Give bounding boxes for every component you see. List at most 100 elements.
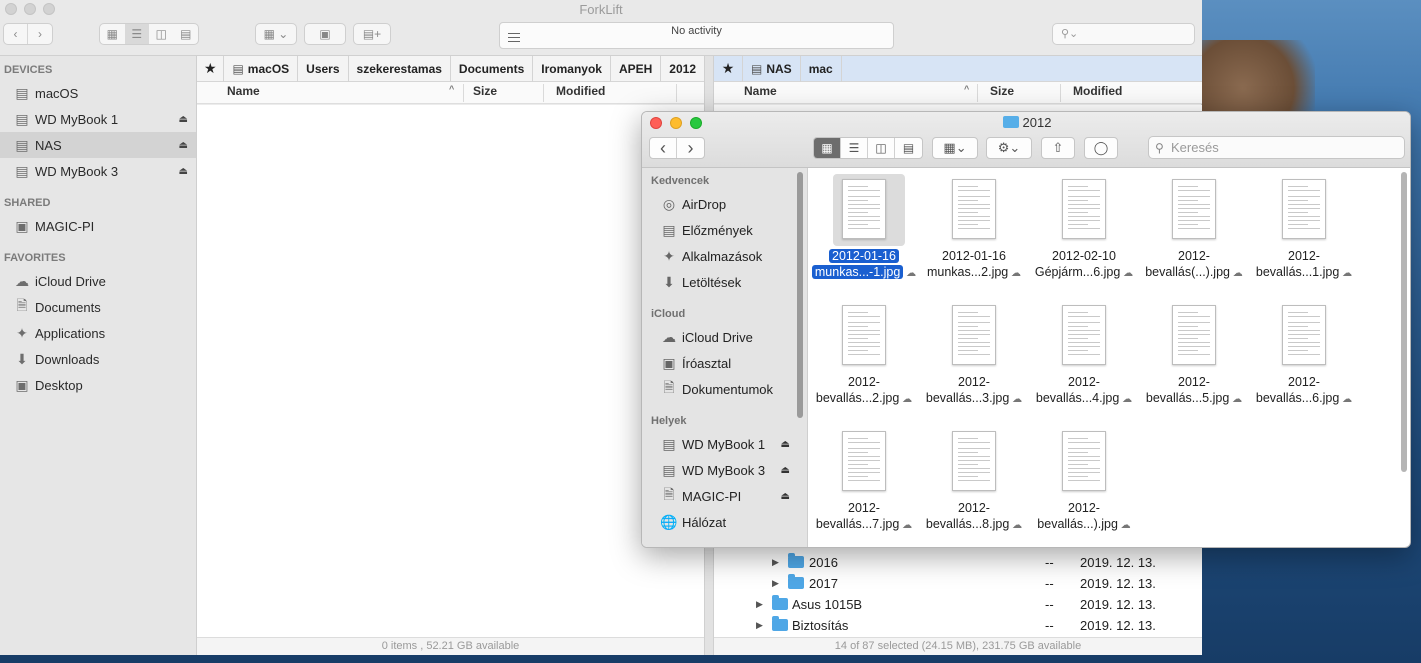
icloud-download-icon[interactable]: ☁ bbox=[1339, 268, 1352, 279]
forward-icon[interactable]: › bbox=[28, 24, 52, 44]
icloud-download-icon[interactable]: ☁ bbox=[1230, 268, 1243, 279]
file-item[interactable]: 2012- bevallás(...).jpg ☁ bbox=[1139, 171, 1249, 291]
file-item[interactable]: 2012- bevallás...5.jpg ☁ bbox=[1139, 297, 1249, 417]
file-item[interactable]: 2012- bevallás...8.jpg ☁ bbox=[919, 423, 1029, 543]
file-item[interactable]: 2012- bevallás...3.jpg ☁ bbox=[919, 297, 1029, 417]
table-row[interactable]: ▶ Asus 1015B -- 2019. 12. 13. bbox=[714, 595, 1202, 616]
sidebar-item-desktop[interactable]: ▣ Desktop bbox=[0, 372, 196, 398]
breadcrumb-mac[interactable]: mac bbox=[799, 55, 842, 82]
file-icon-grid[interactable]: 2012-01-16 munkas...-1.jpg ☁ 2012-01-16 mun… bbox=[809, 168, 1399, 547]
breadcrumb-macos[interactable]: ▤ macOS bbox=[223, 55, 297, 82]
icloud-download-icon[interactable]: ☁ bbox=[899, 394, 912, 405]
activity-indicator[interactable]: No activity bbox=[499, 22, 894, 49]
breadcrumb-users[interactable]: Users bbox=[297, 55, 347, 82]
breadcrumb-iromanyok[interactable]: Iromanyok bbox=[532, 55, 610, 82]
file-item[interactable]: 2012-01-16 munkas...-1.jpg ☁ bbox=[809, 171, 919, 291]
file-item[interactable]: 2012- bevallás...2.jpg ☁ bbox=[809, 297, 919, 417]
table-row[interactable]: ▶ Biztosítás -- 2019. 12. 13. bbox=[714, 616, 1202, 637]
column-view-icon[interactable]: ◫ bbox=[868, 138, 895, 158]
tag-button[interactable]: ◯ bbox=[1084, 137, 1118, 159]
icloud-download-icon[interactable]: ☁ bbox=[903, 268, 916, 279]
eject-icon[interactable]: ⏏ bbox=[179, 140, 188, 151]
icloud-download-icon[interactable]: ☁ bbox=[1339, 394, 1352, 405]
icloud-download-icon[interactable]: ☁ bbox=[1120, 268, 1133, 279]
icloud-download-icon[interactable]: ☁ bbox=[899, 520, 912, 531]
sidebar-item-nas[interactable]: ▤ NAS ⏏ bbox=[0, 132, 196, 158]
file-item[interactable]: 2012- bevallás...1.jpg ☁ bbox=[1249, 171, 1359, 291]
sidebar-item-magic-pi[interactable]: 🗎 MAGIC-PI ⏏ bbox=[642, 484, 792, 508]
search-input[interactable]: ⚲ Keresés bbox=[1148, 136, 1405, 159]
column-modified[interactable]: Modified bbox=[1073, 84, 1122, 102]
gallery-view-icon[interactable]: ▤ bbox=[174, 24, 199, 44]
group-by-button[interactable]: ▦ ⌄ bbox=[255, 23, 297, 45]
sidebar-item-airdrop[interactable]: ◎ AirDrop bbox=[642, 192, 792, 216]
back-forward-buttons[interactable]: ‹ › bbox=[3, 23, 53, 45]
icloud-download-icon[interactable]: ☁ bbox=[1008, 268, 1021, 279]
icloud-download-icon[interactable]: ☁ bbox=[1229, 394, 1242, 405]
left-file-list[interactable] bbox=[197, 105, 704, 637]
eject-icon[interactable]: ⏏ bbox=[781, 465, 790, 476]
icloud-download-icon[interactable]: ☁ bbox=[1009, 394, 1022, 405]
column-view-icon[interactable]: ◫ bbox=[149, 24, 174, 44]
favorite-star-icon[interactable]: ★ bbox=[714, 60, 742, 77]
eject-icon[interactable]: ⏏ bbox=[781, 439, 790, 450]
sidebar-item-magic-pi[interactable]: ▣ MAGIC-PI bbox=[0, 213, 196, 239]
column-name[interactable]: Name bbox=[744, 84, 777, 102]
icloud-download-icon[interactable]: ☁ bbox=[1118, 520, 1131, 531]
forward-icon[interactable]: › bbox=[677, 138, 704, 158]
connect-button[interactable]: ▣ bbox=[304, 23, 346, 45]
list-view-icon[interactable]: ☰ bbox=[124, 24, 149, 44]
sidebar-item-wd-mybook-1[interactable]: ▤ WD MyBook 1 ⏏ bbox=[0, 106, 196, 132]
disclosure-triangle-icon[interactable]: ▶ bbox=[772, 557, 779, 568]
sidebar-item-desktop[interactable]: ▣ Íróasztal bbox=[642, 351, 792, 375]
column-modified[interactable]: Modified bbox=[556, 84, 605, 102]
action-gear-button[interactable]: ⚙ ⌄ bbox=[986, 137, 1032, 159]
sort-ascending-icon[interactable]: ^ bbox=[449, 84, 454, 102]
grid-scrollbar[interactable] bbox=[1401, 172, 1407, 472]
sidebar-item-wd-mybook-3[interactable]: ▤ WD MyBook 3 ⏏ bbox=[642, 458, 792, 482]
file-item[interactable]: 2012-02-10 Gépjárm...6.jpg ☁ bbox=[1029, 171, 1139, 291]
new-folder-button[interactable]: ▤+ bbox=[353, 23, 391, 45]
eject-icon[interactable]: ⏏ bbox=[179, 166, 188, 177]
table-row[interactable]: ▶ 2017 -- 2019. 12. 13. bbox=[714, 574, 1202, 595]
file-item[interactable]: 2012- bevallás...6.jpg ☁ bbox=[1249, 297, 1359, 417]
column-name[interactable]: Name bbox=[227, 84, 260, 102]
share-button[interactable]: ⇧ bbox=[1041, 137, 1075, 159]
sidebar-item-downloads[interactable]: ⬇ Downloads bbox=[0, 346, 196, 372]
sort-ascending-icon[interactable]: ^ bbox=[964, 84, 969, 102]
breadcrumb-2012[interactable]: 2012 bbox=[660, 55, 704, 82]
group-by-button[interactable]: ▦⌄ bbox=[932, 137, 978, 159]
sidebar-item-recents[interactable]: ▤ Előzmények bbox=[642, 218, 792, 242]
list-view-icon[interactable]: ☰ bbox=[841, 138, 868, 158]
back-icon[interactable]: ‹ bbox=[4, 24, 29, 44]
view-mode-selector[interactable]: ▦ ☰ ◫ ▤ bbox=[813, 137, 923, 159]
table-row[interactable]: ▶ 2016 -- 2019. 12. 13. bbox=[714, 553, 1202, 574]
view-mode-selector[interactable]: ▦ ☰ ◫ ▤ bbox=[99, 23, 199, 45]
breadcrumb-nas[interactable]: ▤ NAS bbox=[742, 55, 800, 82]
sidebar-item-icloud-drive[interactable]: ☁ iCloud Drive bbox=[0, 268, 196, 294]
file-item[interactable]: 2012-01-16 munkas...2.jpg ☁ bbox=[919, 171, 1029, 291]
column-size[interactable]: Size bbox=[473, 84, 497, 102]
back-icon[interactable]: ‹ bbox=[650, 138, 677, 158]
file-item[interactable]: 2012- bevallás...4.jpg ☁ bbox=[1029, 297, 1139, 417]
sidebar-item-wd-mybook-1[interactable]: ▤ WD MyBook 1 ⏏ bbox=[642, 432, 792, 456]
sidebar-item-applications[interactable]: ✦ Applications bbox=[0, 320, 196, 346]
sidebar-item-documents[interactable]: 🗎 Dokumentumok bbox=[642, 377, 792, 401]
favorite-star-icon[interactable]: ★ bbox=[197, 60, 223, 77]
sidebar-item-downloads[interactable]: ⬇ Letöltések bbox=[642, 270, 792, 294]
sidebar-item-wd-mybook-3[interactable]: ▤ WD MyBook 3 ⏏ bbox=[0, 158, 196, 184]
sidebar-item-icloud-drive[interactable]: ☁ iCloud Drive bbox=[642, 325, 792, 349]
search-input[interactable]: ⚲⌄ bbox=[1052, 23, 1195, 45]
sidebar-item-documents[interactable]: 🗎 Documents bbox=[0, 294, 196, 320]
disclosure-triangle-icon[interactable]: ▶ bbox=[756, 620, 763, 631]
breadcrumb-apeh[interactable]: APEH bbox=[609, 55, 660, 82]
icon-view-icon[interactable]: ▦ bbox=[100, 24, 125, 44]
breadcrumb-documents[interactable]: Documents bbox=[449, 55, 532, 82]
sidebar-scrollbar[interactable] bbox=[797, 172, 803, 418]
back-forward-buttons[interactable]: ‹ › bbox=[649, 137, 705, 159]
gallery-view-icon[interactable]: ▤ bbox=[895, 138, 922, 158]
column-size[interactable]: Size bbox=[990, 84, 1014, 102]
eject-icon[interactable]: ⏏ bbox=[781, 491, 790, 502]
disclosure-triangle-icon[interactable]: ▶ bbox=[772, 578, 779, 589]
breadcrumb-user-home[interactable]: szekerestamas bbox=[347, 55, 450, 82]
